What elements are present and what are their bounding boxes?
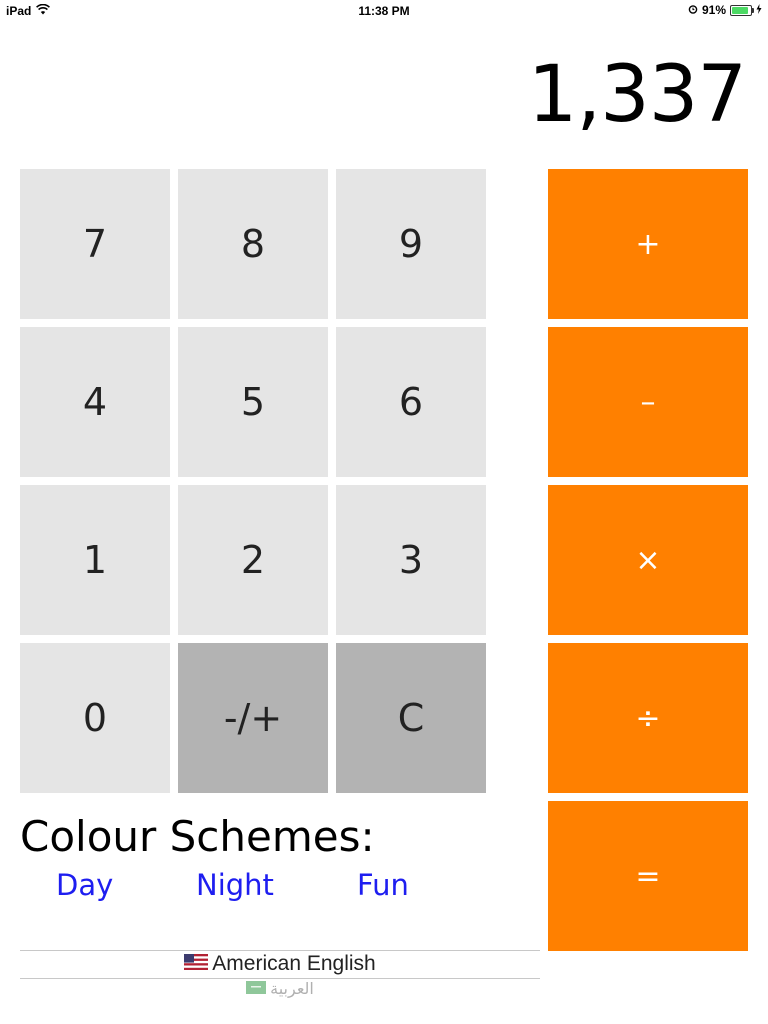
subtract-button[interactable]: – [548, 327, 748, 477]
scheme-day-button[interactable]: Day [56, 868, 113, 902]
us-flag-icon [184, 952, 209, 976]
language-option-selected[interactable]: American English [20, 952, 540, 976]
language-selected-label: American English [212, 952, 376, 975]
status-time: 11:38 PM [358, 4, 410, 18]
battery-percent: 91% [701, 3, 726, 17]
language-picker[interactable]: American English العربية [20, 950, 540, 1010]
charging-icon [756, 3, 762, 17]
key-0[interactable]: 0 [20, 643, 170, 793]
key-1[interactable]: 1 [20, 485, 170, 635]
clear-button[interactable]: C [336, 643, 486, 793]
divide-button[interactable]: ÷ [548, 643, 748, 793]
key-9[interactable]: 9 [336, 169, 486, 319]
colour-schemes-title: Colour Schemes: [20, 812, 375, 861]
key-7[interactable]: 7 [20, 169, 170, 319]
key-2[interactable]: 2 [178, 485, 328, 635]
language-next-label: العربية [270, 981, 314, 998]
status-bar: iPad 11:38 PM 91% [0, 0, 768, 22]
language-option-next[interactable]: العربية [20, 979, 540, 999]
multiply-button[interactable]: × [548, 485, 748, 635]
battery-icon [730, 4, 754, 16]
equals-button[interactable]: = [548, 801, 748, 951]
alarm-icon [688, 3, 698, 17]
calculator-display: 1,337 [527, 50, 747, 140]
add-button[interactable]: + [548, 169, 748, 319]
negate-button[interactable]: -/+ [178, 643, 328, 793]
battery-fill [732, 6, 748, 14]
status-right: 91% [688, 3, 762, 17]
scheme-fun-button[interactable]: Fun [357, 868, 409, 902]
key-4[interactable]: 4 [20, 327, 170, 477]
saudi-flag-icon [246, 980, 267, 999]
picker-top-line [20, 950, 540, 951]
key-8[interactable]: 8 [178, 169, 328, 319]
key-3[interactable]: 3 [336, 485, 486, 635]
key-5[interactable]: 5 [178, 327, 328, 477]
key-6[interactable]: 6 [336, 327, 486, 477]
scheme-night-button[interactable]: Night [196, 868, 274, 902]
